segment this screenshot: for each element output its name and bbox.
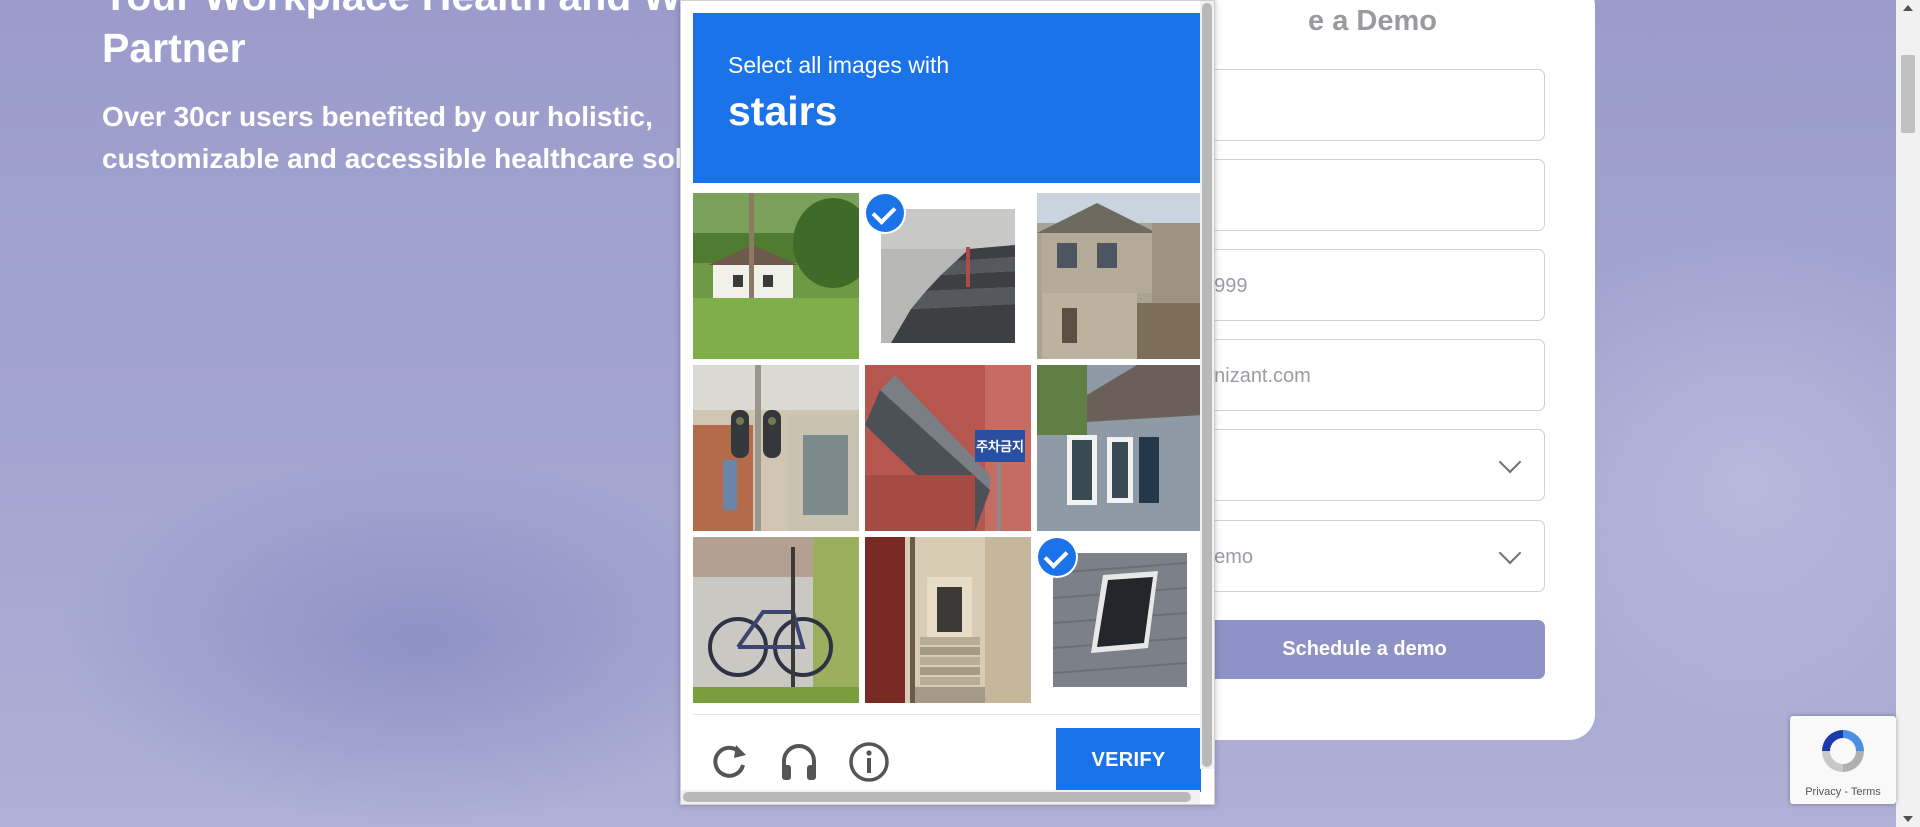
- scroll-down-arrow-icon[interactable]: [1903, 816, 1913, 822]
- brick-stairs-with-sign-image: 주차금지: [865, 365, 1031, 531]
- recaptcha-links[interactable]: Privacy - Terms: [1790, 786, 1896, 798]
- info-icon[interactable]: [846, 739, 892, 785]
- reload-icon[interactable]: [706, 739, 752, 785]
- email-field[interactable]: gnizant.com: [1184, 339, 1545, 411]
- hero-subtitle: Over 30cr users benefited by our holisti…: [102, 96, 702, 180]
- hero-title-line1: Your Workplace Health and We: [102, 0, 703, 19]
- captcha-tile-1[interactable]: [693, 193, 859, 359]
- page-scrollbar[interactable]: [1896, 0, 1920, 827]
- captcha-tile-8[interactable]: [865, 537, 1031, 703]
- captcha-instruction: Select all images with: [728, 52, 950, 78]
- traffic-light-image: [693, 365, 859, 531]
- bicycle-image: [693, 537, 859, 703]
- chevron-down-icon: [1498, 541, 1522, 565]
- captcha-tile-6[interactable]: [1037, 365, 1203, 531]
- page-scrollbar-thumb[interactable]: [1901, 55, 1915, 133]
- phone-field[interactable]: 9999: [1184, 249, 1545, 321]
- captcha-tile-5[interactable]: 주차금지: [865, 365, 1031, 531]
- captcha-tile-7[interactable]: [693, 537, 859, 703]
- roof-skylight-image: [1053, 553, 1187, 687]
- hero-subtitle-line2: customizable and accessible healthcare s…: [102, 143, 700, 174]
- hero-subtitle-line1: Over 30cr users benefited by our holisti…: [102, 101, 653, 132]
- townhouse-entrance-stairs-image: [865, 537, 1031, 703]
- headphones-icon[interactable]: [776, 739, 822, 785]
- captcha-tile-4[interactable]: [693, 365, 859, 531]
- name-field[interactable]: [1184, 69, 1545, 141]
- demo-type-select[interactable]: demo: [1184, 520, 1545, 592]
- hero-title: Your Workplace Health and We Partner: [102, 0, 722, 74]
- form-title: e a Demo: [1308, 5, 1437, 37]
- house-siding-windows-image: [1037, 365, 1203, 531]
- employee-count-select[interactable]: 0: [1184, 429, 1545, 501]
- hero-title-line2: Partner: [102, 25, 246, 71]
- captcha-horizontal-scrollbar[interactable]: [681, 790, 1200, 804]
- tile-2-selected-check-icon: [866, 194, 904, 232]
- recaptcha-logo-icon: [1822, 730, 1864, 772]
- captcha-challenge: Select all images with stairs 주차금지 VERIF…: [680, 0, 1215, 805]
- captcha-footer-divider: [693, 714, 1211, 715]
- chevron-down-icon: [1498, 450, 1522, 474]
- captcha-horizontal-scrollbar-thumb[interactable]: [683, 792, 1191, 802]
- tile-9-selected-check-icon: [1038, 538, 1076, 576]
- two-story-house-image: [1037, 193, 1203, 359]
- captcha-vertical-scrollbar-thumb[interactable]: [1202, 3, 1212, 767]
- no-parking-sign-text: 주차금지: [976, 439, 1024, 455]
- captcha-header: Select all images with stairs: [693, 13, 1211, 183]
- stone-stairs-image: [881, 209, 1015, 343]
- captcha-tile-3[interactable]: [1037, 193, 1203, 359]
- verify-button[interactable]: VERIFY: [1056, 728, 1201, 792]
- schedule-demo-button[interactable]: Schedule a demo: [1184, 620, 1545, 679]
- company-field[interactable]: t: [1184, 159, 1545, 231]
- captcha-vertical-scrollbar[interactable]: [1200, 1, 1214, 769]
- captcha-target: stairs: [728, 88, 838, 134]
- recaptcha-badge[interactable]: Privacy - Terms: [1790, 716, 1896, 804]
- email-field-placeholder: gnizant.com: [1203, 365, 1311, 387]
- house-with-pole-image: [693, 193, 859, 359]
- scroll-up-arrow-icon[interactable]: [1903, 5, 1913, 11]
